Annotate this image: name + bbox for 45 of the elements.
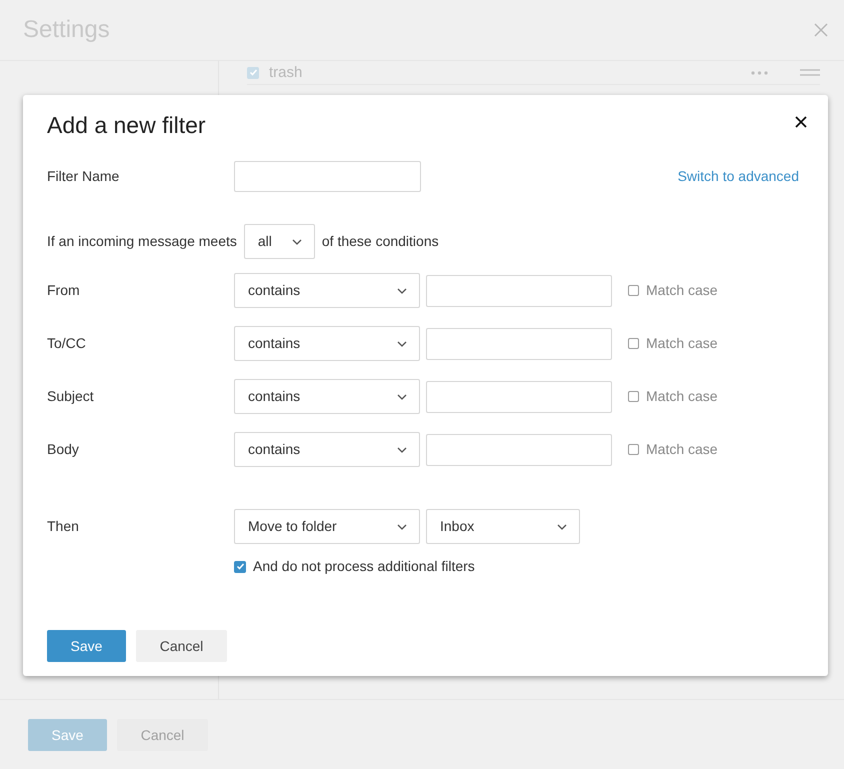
operator-select[interactable]: contains	[234, 432, 420, 467]
checkbox-label: Match case	[646, 281, 718, 300]
chevron-down-icon	[397, 524, 407, 530]
checkbox-label: Match case	[646, 334, 718, 353]
operator-select[interactable]: contains	[234, 273, 420, 308]
field-label: To/CC	[47, 334, 87, 353]
more-icon[interactable]	[751, 70, 768, 74]
field-label: Body	[47, 440, 80, 459]
checkbox[interactable]	[247, 66, 259, 78]
chevron-down-icon	[397, 288, 407, 294]
value-input[interactable]	[426, 328, 612, 360]
chevron-down-icon	[292, 238, 302, 244]
chevron-down-icon	[397, 340, 407, 346]
condition-text: If an incoming message meets	[47, 232, 237, 251]
drag-handle-icon[interactable]	[800, 69, 820, 76]
advanced-link[interactable]: Switch to advanced	[678, 166, 799, 187]
checkbox-label: Match case	[646, 440, 718, 459]
value-input[interactable]	[426, 274, 612, 306]
chevron-down-icon	[397, 394, 407, 400]
field-label: Then	[47, 517, 80, 536]
field-label: Subject	[47, 387, 95, 406]
value-input[interactable]	[426, 434, 612, 466]
list-item-label: trash	[269, 65, 302, 80]
checkbox[interactable]	[628, 444, 639, 455]
dialog-title: Add a new filter	[47, 111, 206, 140]
operator-select[interactable]: contains	[234, 326, 420, 361]
chevron-down-icon	[397, 446, 407, 452]
filter-name-input[interactable]	[234, 161, 421, 192]
chevron-down-icon	[557, 524, 567, 530]
checkbox[interactable]	[628, 391, 639, 402]
cancel-button[interactable]: Cancel	[136, 630, 227, 662]
field-label: Filter Name	[47, 167, 120, 186]
checkbox-label: And do not process additional filters	[253, 557, 475, 576]
operator-select[interactable]: contains	[234, 379, 420, 414]
field-label: From	[47, 281, 81, 300]
checkbox[interactable]	[628, 285, 639, 296]
folder-select[interactable]: Inbox	[426, 509, 580, 544]
match-select[interactable]: all	[244, 224, 315, 259]
value-input[interactable]	[426, 380, 612, 412]
action-select[interactable]: Move to folder	[234, 509, 420, 544]
checkbox-label: Match case	[646, 387, 718, 406]
condition-text: of these conditions	[322, 232, 439, 251]
checkbox[interactable]	[628, 338, 639, 349]
close-icon[interactable]	[795, 116, 807, 128]
checkbox[interactable]	[234, 560, 246, 572]
